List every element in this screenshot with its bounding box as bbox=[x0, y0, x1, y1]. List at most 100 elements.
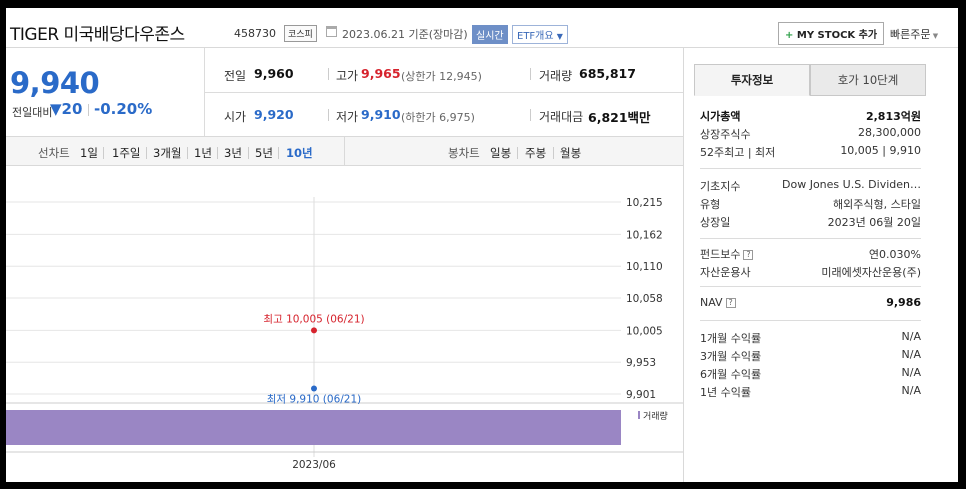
quick-order-dropdown[interactable]: 빠른주문 ▼ bbox=[890, 26, 938, 42]
y-tick-label: 10,058 bbox=[626, 293, 663, 305]
market-cap-label: 시가총액 bbox=[700, 110, 741, 123]
add-my-stock-button[interactable]: + MY STOCK 추가 bbox=[778, 22, 885, 45]
open-label: 시가 bbox=[224, 110, 247, 124]
return-value: N/A bbox=[901, 330, 921, 343]
market-cap-value: 2,813억원 bbox=[865, 110, 921, 123]
realtime-button[interactable]: 실시간 bbox=[472, 25, 508, 44]
divider bbox=[530, 109, 531, 121]
return-row: 6개월 수익률 N/A bbox=[700, 366, 921, 384]
stock-header: TIGER 미국배당다우존스 458730 코스피 2023.06.21 기준(… bbox=[6, 8, 958, 48]
price-change: ▼20 bbox=[50, 100, 82, 118]
period-1w[interactable]: 1주일 bbox=[112, 145, 140, 161]
period-1y[interactable]: 1년 bbox=[194, 145, 212, 161]
divider bbox=[517, 147, 518, 159]
return-value: N/A bbox=[901, 384, 921, 397]
price-chart-svg: 10,215 10,162 10,110 10,058 10,005 9,953 9,901… bbox=[6, 197, 684, 471]
volume-gap bbox=[6, 404, 621, 410]
upper-limit: (상한가 12,945) bbox=[401, 70, 482, 83]
candle-monthly[interactable]: 월봉 bbox=[560, 145, 581, 161]
low-point-label: 최저 9,910 (06/21) bbox=[267, 393, 362, 405]
y-tick-label: 10,110 bbox=[626, 261, 663, 273]
period-5y[interactable]: 5년 bbox=[255, 145, 273, 161]
return-row: 3개월 수익률 N/A bbox=[700, 348, 921, 366]
period-10y[interactable]: 10년 bbox=[286, 145, 313, 161]
help-icon[interactable]: ? bbox=[725, 298, 736, 308]
manager-label: 자산운용사 bbox=[700, 266, 751, 279]
plus-icon: + bbox=[785, 30, 794, 41]
divider bbox=[700, 320, 921, 321]
low-label: 저가 bbox=[336, 110, 359, 124]
price-chart[interactable]: 10,215 10,162 10,110 10,058 10,005 9,953 9,901… bbox=[6, 167, 684, 482]
nav-value: 9,986 bbox=[886, 296, 921, 309]
compare-label: 전일대비 bbox=[12, 106, 53, 119]
listed-row: 상장일 2023년 06월 20일 bbox=[700, 214, 921, 232]
y-tick-label: 10,005 bbox=[626, 325, 663, 337]
divider bbox=[204, 92, 684, 93]
add-my-stock-label: MY STOCK 추가 bbox=[796, 30, 878, 41]
stock-name[interactable]: TIGER 미국배당다우존스 bbox=[10, 20, 185, 45]
down-arrow-icon: ▼ bbox=[50, 100, 62, 118]
week52-value: 10,005 | 9,910 bbox=[840, 144, 921, 157]
divider bbox=[278, 147, 279, 159]
type-value: 해외주식형, 스타일 bbox=[833, 198, 921, 211]
period-1d[interactable]: 1일 bbox=[80, 145, 98, 161]
base-index-label: 기초지수 bbox=[700, 180, 741, 193]
shares-label: 상장주식수 bbox=[700, 128, 751, 141]
quick-order-label: 빠른주문 bbox=[890, 28, 931, 41]
period-3y[interactable]: 3년 bbox=[224, 145, 242, 161]
divider bbox=[328, 68, 329, 80]
high-label: 고가 bbox=[336, 69, 359, 83]
return-value: N/A bbox=[901, 366, 921, 379]
manager-row: 자산운용사 미래에셋자산운용(주) bbox=[700, 264, 921, 282]
listed-label: 상장일 bbox=[700, 216, 731, 229]
price-change-value: 20 bbox=[61, 100, 83, 118]
divider bbox=[217, 147, 218, 159]
stock-window: TIGER 미국배당다우존스 458730 코스피 2023.06.21 기준(… bbox=[6, 8, 958, 482]
candle-weekly[interactable]: 주봉 bbox=[525, 145, 546, 161]
return-label: 6개월 수익률 bbox=[700, 368, 762, 381]
divider bbox=[103, 147, 104, 159]
high-value: 9,965 bbox=[361, 66, 401, 81]
manager-value: 미래에셋자산운용(주) bbox=[821, 266, 921, 279]
tab-order-book[interactable]: 호가 10단계 bbox=[810, 64, 926, 96]
nav-label: NAV bbox=[700, 296, 723, 309]
candle-daily[interactable]: 일봉 bbox=[490, 145, 511, 161]
lower-limit: (하한가 6,975) bbox=[401, 111, 475, 124]
return-row: 1년 수익률 N/A bbox=[700, 384, 921, 402]
fee-value: 연0.030% bbox=[868, 248, 921, 261]
week52-row: 52주최고 | 최저 10,005 | 9,910 bbox=[700, 144, 921, 162]
info-tabs: 투자정보 호가 10단계 bbox=[694, 64, 926, 96]
etf-overview-label: ETF개요 bbox=[517, 31, 554, 42]
candle-chart-label: 봉차트 bbox=[448, 146, 480, 160]
volume-label: 거래량 bbox=[539, 69, 573, 83]
divider bbox=[530, 68, 531, 80]
volume-legend-swatch bbox=[638, 411, 640, 419]
divider bbox=[88, 104, 89, 116]
fee-row: 펀드보수? 연0.030% bbox=[700, 246, 921, 264]
y-tick-label: 9,901 bbox=[626, 389, 656, 401]
etf-overview-dropdown[interactable]: ETF개요 ▼ bbox=[512, 25, 568, 44]
calendar-icon bbox=[326, 26, 337, 37]
divider bbox=[328, 109, 329, 121]
y-tick-label: 10,215 bbox=[626, 197, 663, 209]
prev-close-label: 전일 bbox=[224, 69, 247, 83]
fee-label: 펀드보수 bbox=[700, 248, 741, 261]
divider bbox=[146, 147, 147, 159]
chevron-down-icon: ▼ bbox=[556, 32, 563, 41]
fee-label-wrap: 펀드보수? bbox=[700, 246, 754, 262]
nav-label-wrap: NAV? bbox=[700, 296, 736, 309]
chart-period-bar: 선차트 1일 1주일 3개월 1년 3년 5년 10년 봉차트 일봉 주봉 월봉 bbox=[6, 136, 684, 166]
divider bbox=[187, 147, 188, 159]
shares-value: 28,300,000 bbox=[858, 126, 921, 139]
period-3m[interactable]: 3개월 bbox=[153, 145, 181, 161]
tab-investment-info[interactable]: 투자정보 bbox=[694, 64, 810, 96]
trade-amount-number: 6,821 bbox=[588, 110, 628, 125]
trade-amount-unit: 백만 bbox=[627, 110, 651, 125]
info-panel: 투자정보 호가 10단계 시가총액 2,813억원 상장주식수 28,300,0… bbox=[683, 48, 958, 482]
return-label: 3개월 수익률 bbox=[700, 350, 762, 363]
help-icon[interactable]: ? bbox=[743, 250, 754, 260]
week52-label: 52주최고 | 최저 bbox=[700, 146, 776, 159]
chevron-down-icon: ▼ bbox=[930, 32, 939, 40]
current-price: 9,940 bbox=[10, 66, 100, 100]
line-chart-label: 선차트 bbox=[38, 146, 70, 160]
